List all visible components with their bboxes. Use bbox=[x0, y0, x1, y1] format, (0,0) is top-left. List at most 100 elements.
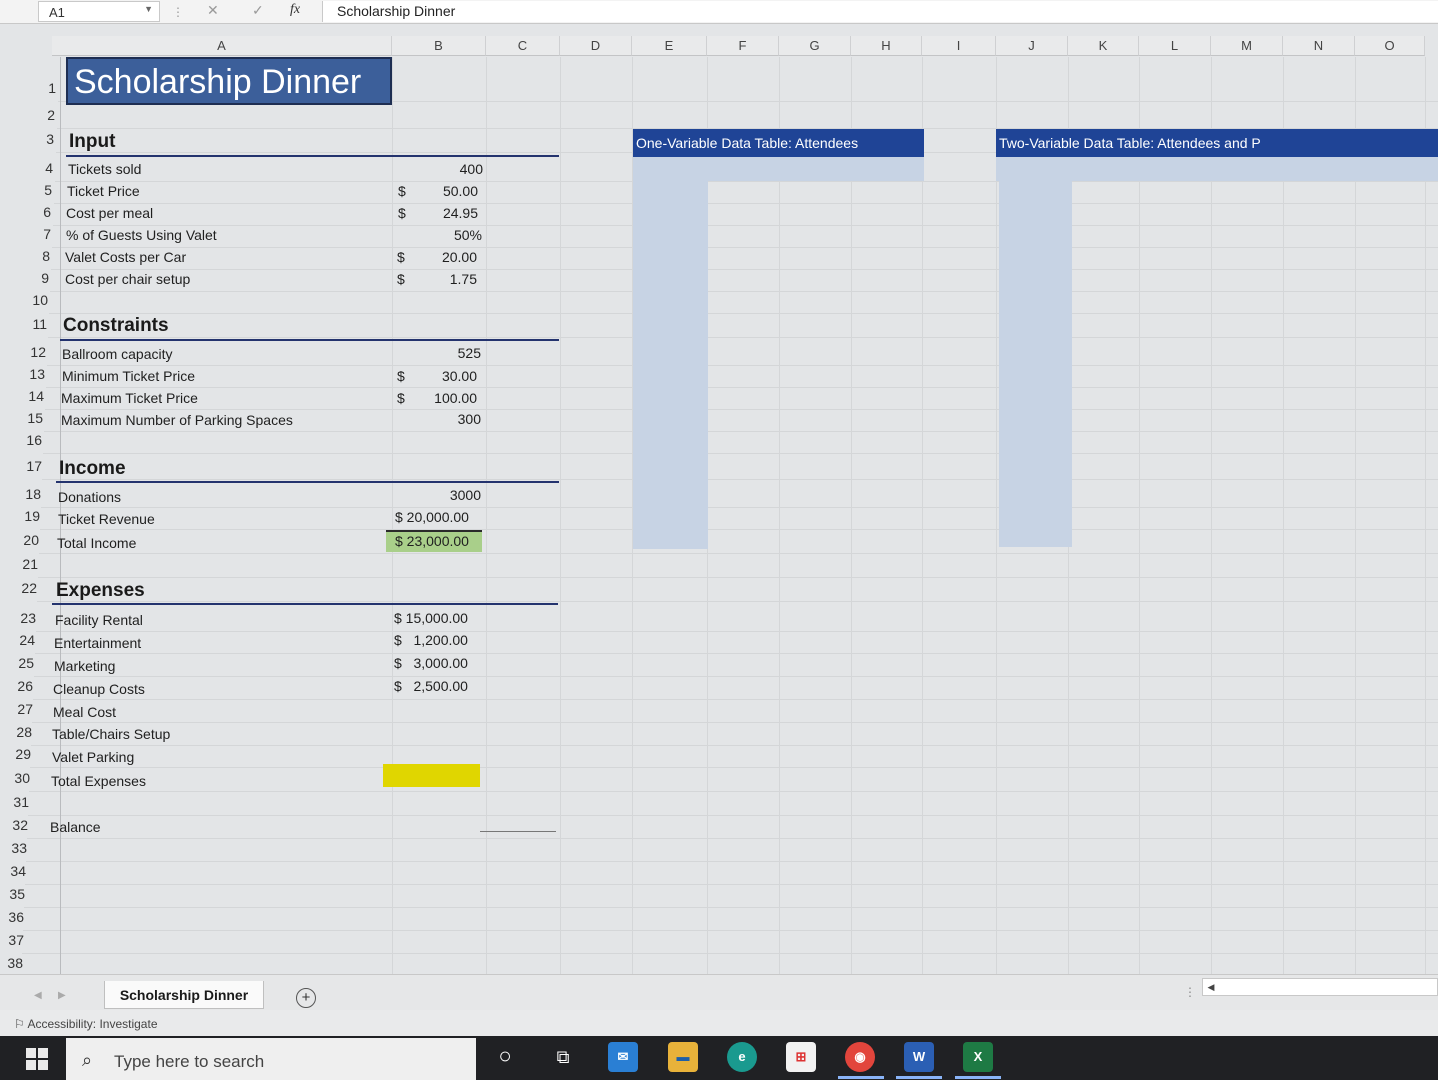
column-header-c[interactable]: C bbox=[486, 36, 560, 56]
row-header-28[interactable]: 28 bbox=[0, 724, 32, 740]
expense-label[interactable]: Total Expenses bbox=[51, 773, 146, 789]
column-header-a[interactable]: A bbox=[52, 36, 392, 56]
row-header-1[interactable]: 1 bbox=[20, 80, 56, 96]
row-header-38[interactable]: 38 bbox=[0, 955, 23, 971]
row-header-12[interactable]: 12 bbox=[10, 344, 46, 360]
expense-value[interactable]: $ 15,000.00 bbox=[394, 610, 468, 626]
income-label[interactable]: Donations bbox=[58, 489, 121, 505]
one-variable-table-header[interactable]: One-Variable Data Table: Attendees bbox=[633, 129, 924, 157]
expense-label[interactable]: Marketing bbox=[54, 658, 115, 674]
input-label[interactable]: Cost per meal bbox=[66, 205, 153, 221]
row-header-10[interactable]: 10 bbox=[12, 292, 48, 308]
word-icon[interactable]: W bbox=[904, 1042, 934, 1072]
input-value[interactable]: 20.00 bbox=[420, 249, 477, 265]
constraint-value[interactable]: 30.00 bbox=[420, 368, 477, 384]
income-value[interactable]: $ 20,000.00 bbox=[395, 509, 469, 525]
income-label[interactable]: Ticket Revenue bbox=[58, 511, 155, 527]
insert-function-icon[interactable]: fx bbox=[290, 2, 300, 18]
enter-icon[interactable]: ✓ bbox=[252, 2, 264, 19]
row-header-11[interactable]: 11 bbox=[11, 316, 47, 332]
one-variable-table-column[interactable] bbox=[633, 181, 708, 549]
row-header-32[interactable]: 32 bbox=[0, 817, 28, 833]
row-header-23[interactable]: 23 bbox=[0, 610, 36, 626]
column-header-b[interactable]: B bbox=[392, 36, 486, 56]
worksheet-grid[interactable]: ABCDEFGHIJKLMNO 1 2 3 4 5 6 7 8 9 10 11 12 13 14 15 16 1… bbox=[0, 24, 1438, 977]
input-value[interactable]: 400 bbox=[420, 161, 483, 177]
sheet-tab-scholarship-dinner[interactable]: Scholarship Dinner bbox=[104, 981, 264, 1009]
row-header-30[interactable]: 30 bbox=[0, 770, 30, 786]
input-value[interactable]: 1.75 bbox=[420, 271, 477, 287]
row-header-2[interactable]: 2 bbox=[19, 107, 55, 123]
input-label[interactable]: % of Guests Using Valet bbox=[66, 227, 217, 243]
column-header-h[interactable]: H bbox=[851, 36, 922, 56]
row-header-25[interactable]: 25 bbox=[0, 655, 34, 671]
horizontal-scrollbar[interactable] bbox=[1202, 978, 1438, 996]
chevron-left-icon[interactable]: ◀ bbox=[1202, 978, 1220, 996]
row-header-22[interactable]: 22 bbox=[1, 580, 37, 596]
constraint-label[interactable]: Ballroom capacity bbox=[62, 346, 173, 362]
row-header-14[interactable]: 14 bbox=[8, 388, 44, 404]
column-header-l[interactable]: L bbox=[1139, 36, 1211, 56]
row-header-19[interactable]: 19 bbox=[4, 508, 40, 524]
row-header-24[interactable]: 24 bbox=[0, 632, 35, 648]
balance-label[interactable]: Balance bbox=[50, 819, 101, 835]
two-variable-table-row[interactable] bbox=[996, 157, 1438, 181]
row-header-34[interactable]: 34 bbox=[0, 863, 26, 879]
constraint-label[interactable]: Maximum Ticket Price bbox=[61, 390, 198, 406]
input-value[interactable]: 50.00 bbox=[420, 183, 478, 199]
expense-label[interactable]: Entertainment bbox=[54, 635, 141, 651]
row-header-5[interactable]: 5 bbox=[16, 182, 52, 198]
row-header-36[interactable]: 36 bbox=[0, 909, 24, 925]
row-header-20[interactable]: 20 bbox=[3, 532, 39, 548]
column-header-g[interactable]: G bbox=[779, 36, 851, 56]
column-header-d[interactable]: D bbox=[560, 36, 632, 56]
total-expenses-cell[interactable] bbox=[383, 764, 480, 787]
title-cell[interactable]: Scholarship Dinner bbox=[66, 57, 392, 105]
name-box[interactable]: A1 ▼ bbox=[38, 1, 160, 22]
column-header-e[interactable]: E bbox=[632, 36, 707, 56]
constraint-value[interactable]: 525 bbox=[420, 345, 481, 361]
expense-label[interactable]: Facility Rental bbox=[55, 612, 143, 628]
row-header-8[interactable]: 8 bbox=[14, 248, 50, 264]
excel-icon[interactable]: X bbox=[963, 1042, 993, 1072]
row-header-3[interactable]: 3 bbox=[18, 131, 54, 147]
income-value[interactable]: 3000 bbox=[420, 487, 481, 503]
row-header-33[interactable]: 33 bbox=[0, 840, 27, 856]
more-options-icon[interactable]: ⋮ bbox=[172, 5, 184, 19]
expense-label[interactable]: Table/Chairs Setup bbox=[52, 726, 170, 742]
column-header-m[interactable]: M bbox=[1211, 36, 1283, 56]
row-header-21[interactable]: 21 bbox=[2, 556, 38, 572]
cortana-icon[interactable]: ○ bbox=[490, 1042, 520, 1072]
taskbar-search-input[interactable]: ⌕ Type here to search bbox=[66, 1038, 476, 1080]
expense-label[interactable]: Meal Cost bbox=[53, 704, 116, 720]
add-sheet-button[interactable]: + bbox=[296, 988, 316, 1008]
row-header-31[interactable]: 31 bbox=[0, 794, 29, 810]
column-header-f[interactable]: F bbox=[707, 36, 779, 56]
expense-value[interactable]: $ 3,000.00 bbox=[394, 655, 468, 671]
column-header-j[interactable]: J bbox=[996, 36, 1068, 56]
row-header-27[interactable]: 27 bbox=[0, 701, 33, 717]
formula-input[interactable]: Scholarship Dinner bbox=[322, 1, 1438, 22]
constraint-label[interactable]: Maximum Number of Parking Spaces bbox=[61, 412, 293, 428]
two-variable-table-column[interactable] bbox=[999, 181, 1072, 547]
row-header-13[interactable]: 13 bbox=[9, 366, 45, 382]
column-header-i[interactable]: I bbox=[922, 36, 996, 56]
store-icon[interactable]: ⊞ bbox=[786, 1042, 816, 1072]
one-variable-table-row[interactable] bbox=[633, 157, 924, 181]
cancel-icon[interactable]: ✕ bbox=[207, 2, 219, 19]
row-header-9[interactable]: 9 bbox=[13, 270, 49, 286]
windows-start-icon[interactable] bbox=[26, 1048, 48, 1070]
file-explorer-icon[interactable]: ▬ bbox=[668, 1042, 698, 1072]
row-header-29[interactable]: 29 bbox=[0, 746, 31, 762]
row-header-18[interactable]: 18 bbox=[5, 486, 41, 502]
edge-icon[interactable]: e bbox=[727, 1042, 757, 1072]
row-header-35[interactable]: 35 bbox=[0, 886, 25, 902]
constraint-value[interactable]: 100.00 bbox=[420, 390, 477, 406]
constraint-value[interactable]: 300 bbox=[420, 411, 481, 427]
accessibility-status[interactable]: Accessibility: Investigate bbox=[27, 1017, 157, 1031]
total-income-value[interactable]: $ 23,000.00 bbox=[395, 533, 469, 549]
row-header-7[interactable]: 7 bbox=[15, 226, 51, 242]
expense-label[interactable]: Cleanup Costs bbox=[53, 681, 145, 697]
expense-value[interactable]: $ 1,200.00 bbox=[394, 632, 468, 648]
chrome-icon[interactable]: ◉ bbox=[845, 1042, 875, 1072]
